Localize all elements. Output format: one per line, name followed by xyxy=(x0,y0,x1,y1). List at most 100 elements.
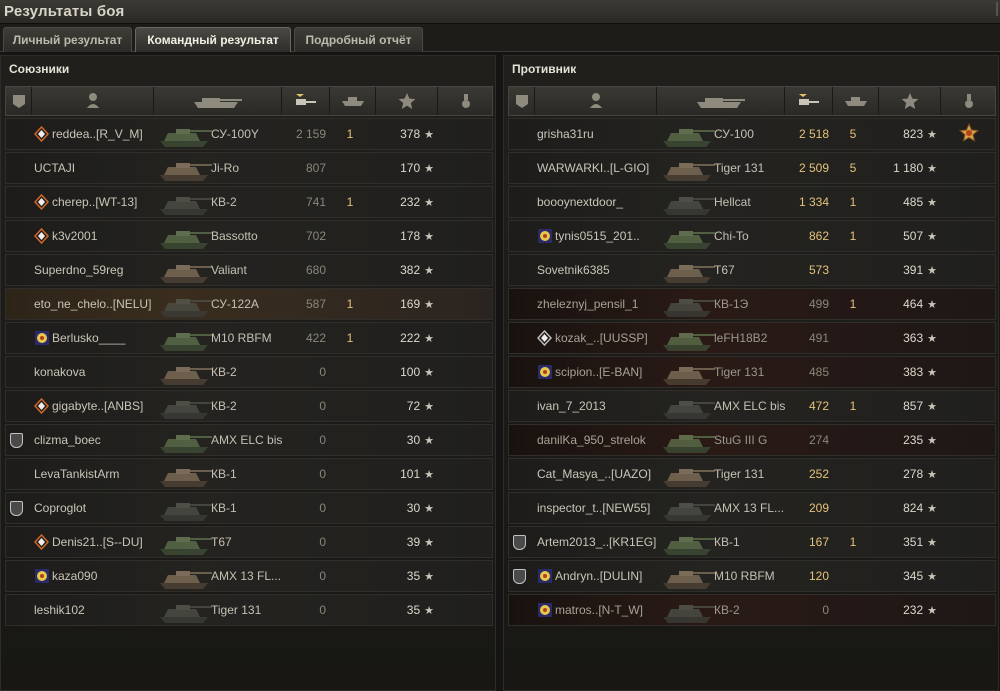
column-header-damage[interactable] xyxy=(785,87,833,115)
ally-row[interactable]: LevaTankistArm КВ-1 0 101 ★ xyxy=(5,458,493,490)
xp-cell: 30 ★ xyxy=(376,425,434,455)
allies-panel: Союзники reddea..[R_V_M] СУ-100Y 2 159 1 378… xyxy=(0,55,496,691)
enemy-row[interactable]: Cat_Masya_..[UAZO] Tiger 131 252 278 ★ xyxy=(508,458,996,490)
achievement-medal-icon[interactable] xyxy=(949,119,989,149)
column-header-xp-star[interactable] xyxy=(376,87,438,115)
xp-star-icon: ★ xyxy=(927,298,937,311)
player-name: UCTAJI xyxy=(34,161,76,175)
enemy-row[interactable]: kozak_..[UUSSP] leFH18B2 491 363 ★ xyxy=(508,322,996,354)
enemy-row[interactable]: boooynextdoor_ Hellcat 1 334 1 485 ★ xyxy=(508,186,996,218)
player-name: Superdno_59reg xyxy=(34,263,124,277)
damage-value: 2 509 xyxy=(798,161,829,175)
kills-value: 1 xyxy=(346,195,354,209)
tab-team-result[interactable]: Командный результат xyxy=(135,27,291,52)
player-name: zheleznyj_pensil_1 xyxy=(537,297,639,311)
tank-image-icon xyxy=(661,597,717,625)
kills-value xyxy=(833,255,873,285)
enemy-row[interactable]: tynis0515_201.. Chi-To 862 1 507 ★ xyxy=(508,220,996,252)
xp-star-icon: ★ xyxy=(927,162,937,175)
xp-cell: 363 ★ xyxy=(879,323,937,353)
kills-value: 1 xyxy=(346,331,354,345)
column-header-medal[interactable] xyxy=(941,87,997,115)
ally-row[interactable]: Coproglot КВ-1 0 30 ★ xyxy=(5,492,493,524)
tank-image-icon xyxy=(661,393,717,421)
xp-star-icon: ★ xyxy=(424,196,434,209)
damage-value: 274 xyxy=(808,433,829,447)
ally-row[interactable]: Denis21..[S--DU] T67 0 39 ★ xyxy=(5,526,493,558)
kills-value xyxy=(330,459,370,489)
tab-personal-result[interactable]: Личный результат xyxy=(3,27,132,52)
column-header-tank[interactable] xyxy=(657,87,785,115)
enemy-row[interactable]: ivan_7_2013 AMX ELC bis 472 1 857 ★ xyxy=(508,390,996,422)
damage-value: 2 159 xyxy=(295,127,326,141)
damage-value: 0 xyxy=(319,569,326,583)
xp-value: 101 xyxy=(400,467,421,481)
ally-row[interactable]: kaza090 AMX 13 FL... 0 35 ★ xyxy=(5,560,493,592)
column-header-xp-star[interactable] xyxy=(879,87,941,115)
kills-value: 5 xyxy=(849,127,857,141)
damage-value: 422 xyxy=(305,331,326,345)
column-header-player[interactable] xyxy=(535,87,657,115)
ally-row[interactable]: k3v2001 Bassotto 702 178 ★ xyxy=(5,220,493,252)
ally-row[interactable]: UCTAJI Ji-Ro 807 170 ★ xyxy=(5,152,493,184)
enemy-row[interactable]: Artem2013_..[KR1EG] КВ-1 167 1 351 ★ xyxy=(508,526,996,558)
player-name: kozak_..[UUSSP] xyxy=(555,331,648,345)
column-header-kills[interactable] xyxy=(833,87,879,115)
medal-icon xyxy=(458,93,474,109)
ally-row[interactable]: konakova КВ-2 0 100 ★ xyxy=(5,356,493,388)
enemy-row[interactable]: WARWARKI..[L-GIO] Tiger 131 2 509 5 1 180 ★ xyxy=(508,152,996,184)
ally-row[interactable]: Superdno_59reg Valiant 680 382 ★ xyxy=(5,254,493,286)
enemies-panel: Противник grisha31ru СУ-100 2 518 5 823 ★ WARW… xyxy=(503,55,999,691)
tab-detailed-report[interactable]: Подробный отчёт xyxy=(294,27,423,52)
kills-value xyxy=(833,459,873,489)
kills-value xyxy=(833,493,873,523)
enemy-row[interactable]: grisha31ru СУ-100 2 518 5 823 ★ xyxy=(508,118,996,150)
clan-emblem-icon xyxy=(34,568,49,584)
damage-value: 680 xyxy=(305,263,326,277)
player-name: konakova xyxy=(34,365,86,379)
tank-image-icon xyxy=(158,359,214,387)
ally-row[interactable]: eto_ne_chelo..[NELU] СУ-122А 587 1 169 ★ xyxy=(5,288,493,320)
xp-star-icon: ★ xyxy=(927,502,937,515)
player-name: matros..[N-T_W] xyxy=(555,603,644,617)
column-header-damage[interactable] xyxy=(282,87,330,115)
xp-value: 35 xyxy=(406,603,421,617)
xp-cell: 232 ★ xyxy=(879,595,937,625)
player-name: grisha31ru xyxy=(537,127,594,141)
tank-image-icon xyxy=(158,393,214,421)
ally-row[interactable]: clizma_boec AMX ELC bis 0 30 ★ xyxy=(5,424,493,456)
tank-image-icon xyxy=(661,427,717,455)
kills-value xyxy=(833,323,873,353)
enemy-row[interactable]: Andryn..[DULIN] M10 RBFM 120 345 ★ xyxy=(508,560,996,592)
resize-handle[interactable] xyxy=(988,2,998,16)
ally-row[interactable]: leshik102 Tiger 131 0 35 ★ xyxy=(5,594,493,626)
enemy-row[interactable]: zheleznyj_pensil_1 КВ-1Э 499 1 464 ★ xyxy=(508,288,996,320)
column-header-platoon[interactable] xyxy=(509,87,535,115)
enemy-row[interactable]: matros..[N-T_W] КВ-2 0 232 ★ xyxy=(508,594,996,626)
column-header-tank[interactable] xyxy=(154,87,282,115)
player-name: kaza090 xyxy=(52,569,98,583)
damage-value: 573 xyxy=(808,263,829,277)
enemy-row[interactable]: inspector_t..[NEW55] AMX 13 FL... 209 824 ★ xyxy=(508,492,996,524)
platoon-diamond-icon xyxy=(33,533,50,551)
xp-value: 222 xyxy=(400,331,421,345)
xp-star-icon: ★ xyxy=(424,298,434,311)
ally-row[interactable]: reddea..[R_V_M] СУ-100Y 2 159 1 378 ★ xyxy=(5,118,493,150)
enemy-row[interactable]: scipion..[E-BAN] Tiger 131 485 383 ★ xyxy=(508,356,996,388)
damage-value: 491 xyxy=(808,331,829,345)
enemy-row[interactable]: danilKa_950_strelok StuG III G 274 235 ★ xyxy=(508,424,996,456)
xp-cell: 235 ★ xyxy=(879,425,937,455)
column-header-medal[interactable] xyxy=(438,87,494,115)
tank-name: T67 xyxy=(714,263,735,277)
kills-value: 1 xyxy=(346,127,354,141)
tank-icon xyxy=(190,92,246,110)
column-header-platoon[interactable] xyxy=(6,87,32,115)
column-header-player[interactable] xyxy=(32,87,154,115)
clan-emblem-icon xyxy=(537,228,552,244)
ally-row[interactable]: cherep..[WT-13] КВ-2 741 1 232 ★ xyxy=(5,186,493,218)
xp-value: 383 xyxy=(903,365,924,379)
enemy-row[interactable]: Sovetnik6385 T67 573 391 ★ xyxy=(508,254,996,286)
ally-row[interactable]: Berlusko____ M10 RBFM 422 1 222 ★ xyxy=(5,322,493,354)
column-header-kills[interactable] xyxy=(330,87,376,115)
ally-row[interactable]: gigabyte..[ANBS] КВ-2 0 72 ★ xyxy=(5,390,493,422)
